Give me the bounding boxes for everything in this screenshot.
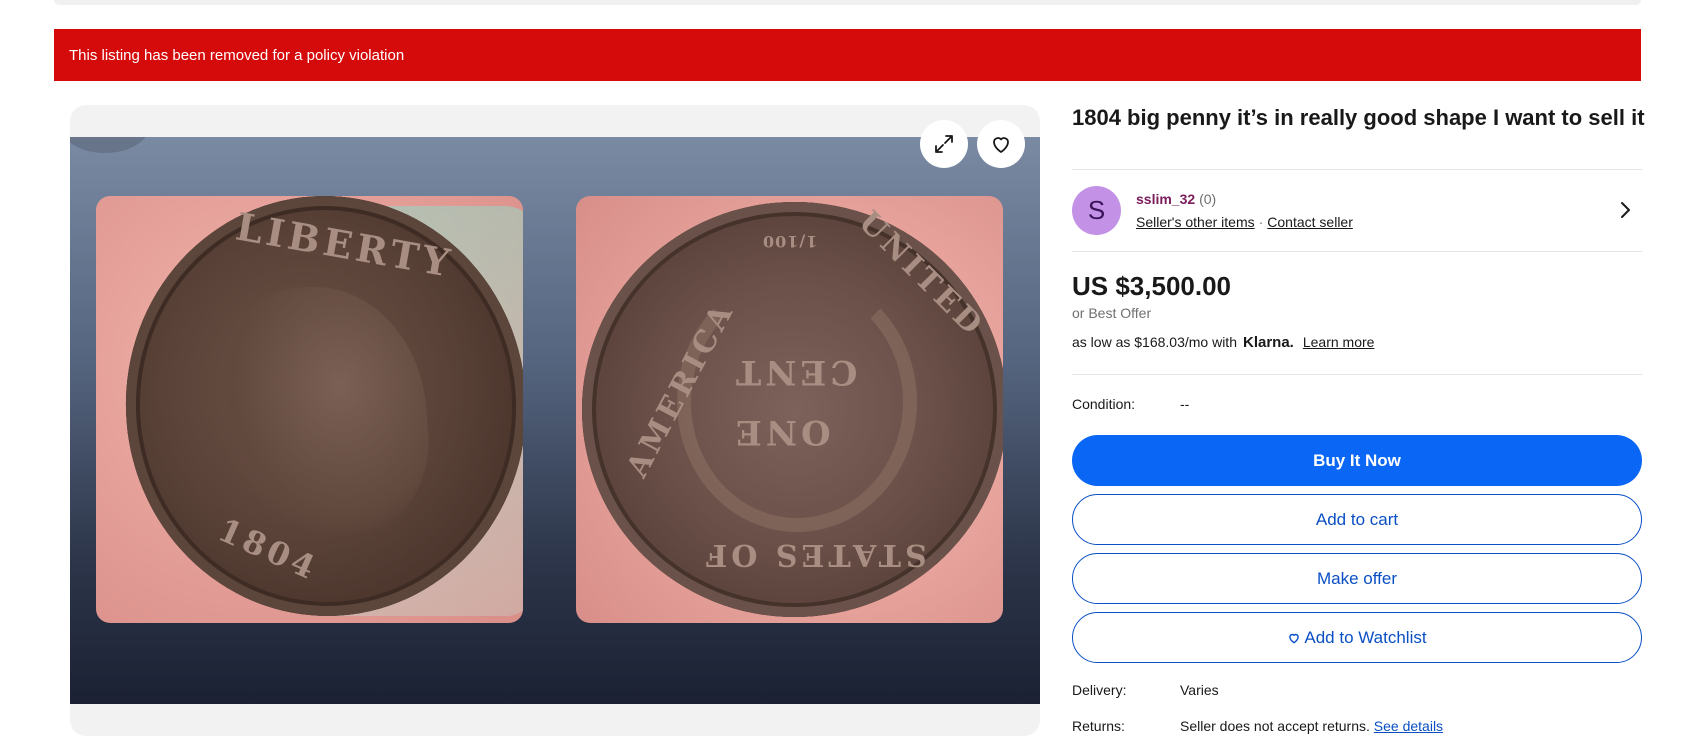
delivery-label: Delivery:	[1072, 682, 1127, 698]
learn-more-link[interactable]: Learn more	[1303, 334, 1375, 350]
coin-text-fraction: 1/100	[762, 232, 818, 251]
seller-card[interactable]: S sslim_32 (0) Seller's other items · Cont…	[1072, 186, 1642, 236]
contact-seller-link[interactable]: Contact seller	[1267, 214, 1353, 230]
price: US $3,500.00	[1072, 271, 1232, 301]
listing-title: 1804 big penny it’s in really good shape…	[1072, 105, 1645, 130]
policy-alert-banner: This listing has been removed for a poli…	[54, 29, 1641, 81]
alert-message: This listing has been removed for a poli…	[69, 46, 405, 64]
seller-avatar: S	[1072, 186, 1121, 235]
make-offer-button[interactable]: Make offer	[1072, 553, 1642, 604]
condition-label: Condition:	[1072, 396, 1136, 412]
liberty-portrait	[207, 279, 435, 544]
separator-dot: ·	[1258, 214, 1264, 230]
returns-label: Returns:	[1072, 718, 1125, 734]
coin-legend: LIBERTY	[232, 203, 457, 287]
klarna-financing: as low as $168.03/mo with Klarna. Learn …	[1072, 334, 1374, 351]
see-details-link[interactable]: See details	[1374, 718, 1443, 734]
coin-obverse: LIBERTY 1804	[111, 196, 523, 623]
coin-text-states: STATES OF	[702, 537, 927, 572]
expand-arrows-icon	[935, 135, 953, 153]
add-to-watchlist-button[interactable]: Add to Watchlist	[1072, 612, 1642, 663]
divider	[1072, 251, 1642, 252]
add-to-cart-button[interactable]: Add to cart	[1072, 494, 1642, 545]
coin-reverse-photo: UNITED AMERICA STATES OF CENT ONE 1/100	[576, 196, 1003, 623]
image-gallery: LIBERTY 1804 UNITED AMERICA STATES OF CE…	[70, 105, 1040, 736]
seller-name-link[interactable]: sslim_32	[1136, 191, 1195, 207]
heart-icon	[993, 137, 1009, 153]
buy-it-now-button[interactable]: Buy It Now	[1072, 435, 1642, 486]
listing-photo[interactable]: LIBERTY 1804 UNITED AMERICA STATES OF CE…	[70, 137, 1040, 704]
klarna-text: as low as $168.03/mo with	[1072, 334, 1237, 350]
returns-value: Seller does not accept returns.	[1180, 718, 1370, 734]
delivery-value: Varies	[1180, 682, 1219, 698]
seller-links: Seller's other items · Contact seller	[1136, 214, 1353, 230]
seller-name-row: sslim_32 (0)	[1136, 191, 1216, 207]
klarna-logo: Klarna.	[1242, 334, 1294, 351]
photo-corner-shadow	[70, 137, 150, 153]
coin-text-one: ONE	[732, 412, 831, 452]
coin-text-cent: CENT	[732, 352, 858, 392]
best-offer-label: or Best Offer	[1072, 305, 1152, 321]
heart-icon	[1289, 633, 1300, 643]
seller-other-items-link[interactable]: Seller's other items	[1136, 214, 1255, 230]
top-strip	[54, 0, 1641, 5]
expand-image-button[interactable]	[920, 120, 968, 168]
divider	[1072, 169, 1642, 170]
chevron-right-icon[interactable]	[1616, 199, 1634, 221]
returns-value-row: Seller does not accept returns. See deta…	[1180, 718, 1443, 734]
watch-heart-button[interactable]	[977, 120, 1025, 168]
condition-value: --	[1180, 396, 1190, 412]
coin-reverse: UNITED AMERICA STATES OF CENT ONE 1/100	[582, 202, 1003, 617]
watchlist-label: Add to Watchlist	[1304, 627, 1427, 647]
seller-feedback-count: (0)	[1199, 191, 1217, 207]
coin-obverse-photo: LIBERTY 1804	[96, 196, 523, 623]
divider	[1072, 374, 1642, 375]
